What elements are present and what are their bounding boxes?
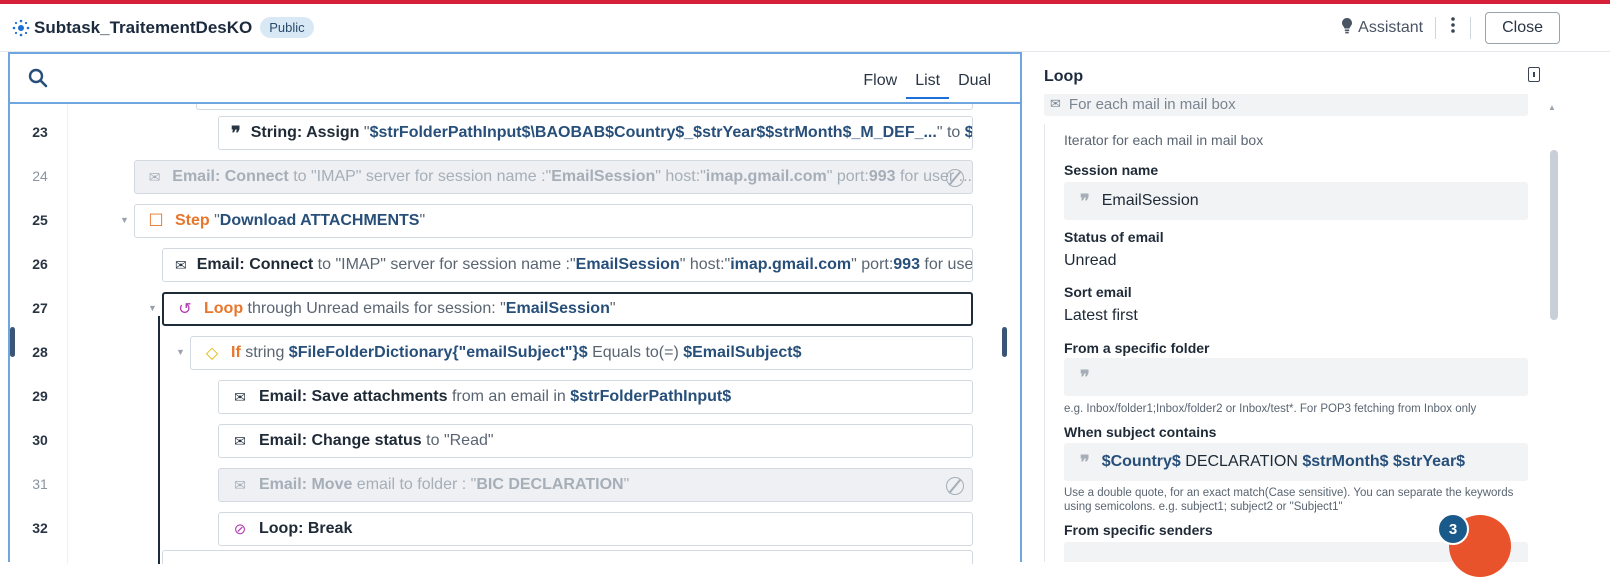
assistant-label: Assistant <box>1358 18 1424 36</box>
table-row: 25 ▼ ☐ Step " Download ATTACHMENTS " <box>10 198 1020 242</box>
list-toolbar: Flow List Dual <box>10 54 1020 104</box>
mail-icon: ✉ <box>1050 96 1061 111</box>
line-number: 32 <box>32 520 48 536</box>
action-string-assign[interactable]: ❞ String: Assign " $strFolderPathInput$\B… <box>218 116 973 150</box>
table-row: 24 ✉ Email: Connect to "IMAP" server for… <box>10 154 1020 198</box>
iterator-selector[interactable]: ✉ For each mail in mail box <box>1044 94 1528 116</box>
tab-list[interactable]: List <box>906 72 950 99</box>
table-row: 26 ✉ Email: Connect to "IMAP" server for… <box>10 242 1020 286</box>
status-label: Status of email <box>1064 229 1164 245</box>
resize-handle-left[interactable] <box>10 327 15 357</box>
line-number: 30 <box>32 432 48 448</box>
action-if[interactable]: ◇ If string $FileFolderDictionary{"email… <box>190 336 973 370</box>
list-item-partial[interactable] <box>196 104 973 110</box>
line-number: 24 <box>32 168 48 184</box>
folder-field[interactable]: ❞ <box>1064 358 1528 396</box>
divider <box>1470 16 1472 39</box>
loop-break-icon: ⊘ <box>233 521 247 538</box>
sort-value[interactable]: Latest first <box>1064 307 1138 325</box>
collapse-toggle[interactable]: ▼ <box>120 215 129 225</box>
bulb-icon <box>1342 18 1353 37</box>
kebab-icon[interactable] <box>1448 17 1458 38</box>
action-loop-break[interactable]: ⊘ Loop: Break <box>218 512 973 546</box>
resize-handle-right[interactable] <box>1002 327 1007 357</box>
properties-panel: Loop ▲ ✉ For each mail in mail box Itera… <box>1030 52 1610 562</box>
table-row: 28 ▼ ◇ If string $FileFolderDictionary{"… <box>10 330 1020 374</box>
folder-hint: e.g. Inbox/folder1;Inbox/folder2 or Inbo… <box>1064 403 1477 415</box>
task-list-pane: Flow List Dual 23 ❞ String: Assign " $str… <box>8 52 1022 564</box>
logo-icon <box>12 19 30 37</box>
action-email-connect-disabled[interactable]: ✉ Email: Connect to "IMAP" server for se… <box>134 160 973 194</box>
mail-icon: ✉ <box>175 256 187 273</box>
action-list: 23 ❞ String: Assign " $strFolderPathInput… <box>10 102 1020 564</box>
line-number: 31 <box>32 476 48 492</box>
disabled-icon <box>946 477 964 495</box>
divider <box>1435 16 1437 39</box>
mail-icon: ✉ <box>234 388 246 405</box>
action-email-move-disabled[interactable]: ✉ Email: Move email to folder : " BIC DEC… <box>218 468 973 502</box>
action-email-save-attachments[interactable]: ✉ Email: Save attachments from an email … <box>218 380 973 414</box>
line-number: 27 <box>32 300 48 316</box>
tab-dual[interactable]: Dual <box>949 72 1000 99</box>
table-row: 32 ⊘ Loop: Break <box>10 506 1020 550</box>
collapse-toggle[interactable]: ▼ <box>148 303 157 313</box>
close-button[interactable]: Close <box>1485 11 1560 44</box>
sort-label: Sort email <box>1064 284 1132 300</box>
line-number: 23 <box>32 124 48 140</box>
disabled-icon <box>946 169 964 187</box>
action-email-connect[interactable]: ✉ Email: Connect to "IMAP" server for se… <box>162 248 973 282</box>
line-number: 26 <box>32 256 48 272</box>
table-row: 31 ✉ Email: Move email to folder : " BIC … <box>10 462 1020 506</box>
session-label: Session name <box>1064 162 1159 178</box>
line-number: 28 <box>32 344 48 360</box>
table-row: 29 ✉ Email: Save attachments from an ema… <box>10 374 1020 418</box>
senders-label: From specific senders <box>1064 522 1213 538</box>
app-header: Subtask_TraitementDesKO Public Assistant… <box>0 4 1610 52</box>
subject-field[interactable]: ❞ $Country$ DECLARATION $strMonth$ $strY… <box>1064 443 1528 481</box>
bot-title: Subtask_TraitementDesKO <box>34 17 253 37</box>
table-row: 30 ✉ Email: Change status to "Read" <box>10 418 1020 462</box>
panel-title: Loop <box>1044 68 1084 85</box>
iterator-description: Iterator for each mail in mail box <box>1064 132 1264 148</box>
collapse-toggle[interactable]: ▼ <box>176 347 185 357</box>
visibility-badge: Public <box>260 17 314 38</box>
session-field[interactable]: ❞ EmailSession <box>1064 182 1528 220</box>
mail-icon: ✉ <box>234 476 246 493</box>
document-icon[interactable] <box>1528 67 1540 82</box>
panel-content: ✉ For each mail in mail box Iterator for… <box>1030 94 1590 562</box>
table-row: 27 ▼ ↺ Loop through Unread emails for se… <box>10 286 1020 330</box>
mail-icon: ✉ <box>234 432 246 449</box>
quote-icon: ❞ <box>1080 451 1090 472</box>
if-icon: ◇ <box>205 345 219 362</box>
search-icon[interactable] <box>28 68 48 88</box>
action-step[interactable]: ☐ Step " Download ATTACHMENTS " <box>134 204 973 238</box>
action-email-change-status[interactable]: ✉ Email: Change status to "Read" <box>218 424 973 458</box>
quote-icon: ❞ <box>1080 190 1090 211</box>
line-number: 25 <box>32 212 48 228</box>
indent-guide <box>1044 124 1045 562</box>
tab-flow[interactable]: Flow <box>854 72 906 99</box>
assistant-button[interactable]: Assistant <box>1342 18 1423 37</box>
view-tabs: Flow List Dual <box>854 72 1000 99</box>
table-row: 23 ❞ String: Assign " $strFolderPathInput… <box>10 110 1020 154</box>
step-icon: ☐ <box>148 211 164 230</box>
status-value[interactable]: Unread <box>1064 252 1116 270</box>
quote-icon: ❞ <box>1080 366 1090 387</box>
folder-label: From a specific folder <box>1064 340 1210 356</box>
line-number: 29 <box>32 388 48 404</box>
subject-hint: Use a double quote, for an exact match(C… <box>1064 487 1514 513</box>
mail-icon: ✉ <box>148 168 161 185</box>
quote-icon: ❞ <box>231 122 241 143</box>
notification-badge[interactable]: 3 <box>1437 513 1469 545</box>
subject-label: When subject contains <box>1064 424 1217 440</box>
loop-icon: ↺ <box>178 301 192 318</box>
action-loop[interactable]: ↺ Loop through Unread emails for session… <box>162 292 973 326</box>
